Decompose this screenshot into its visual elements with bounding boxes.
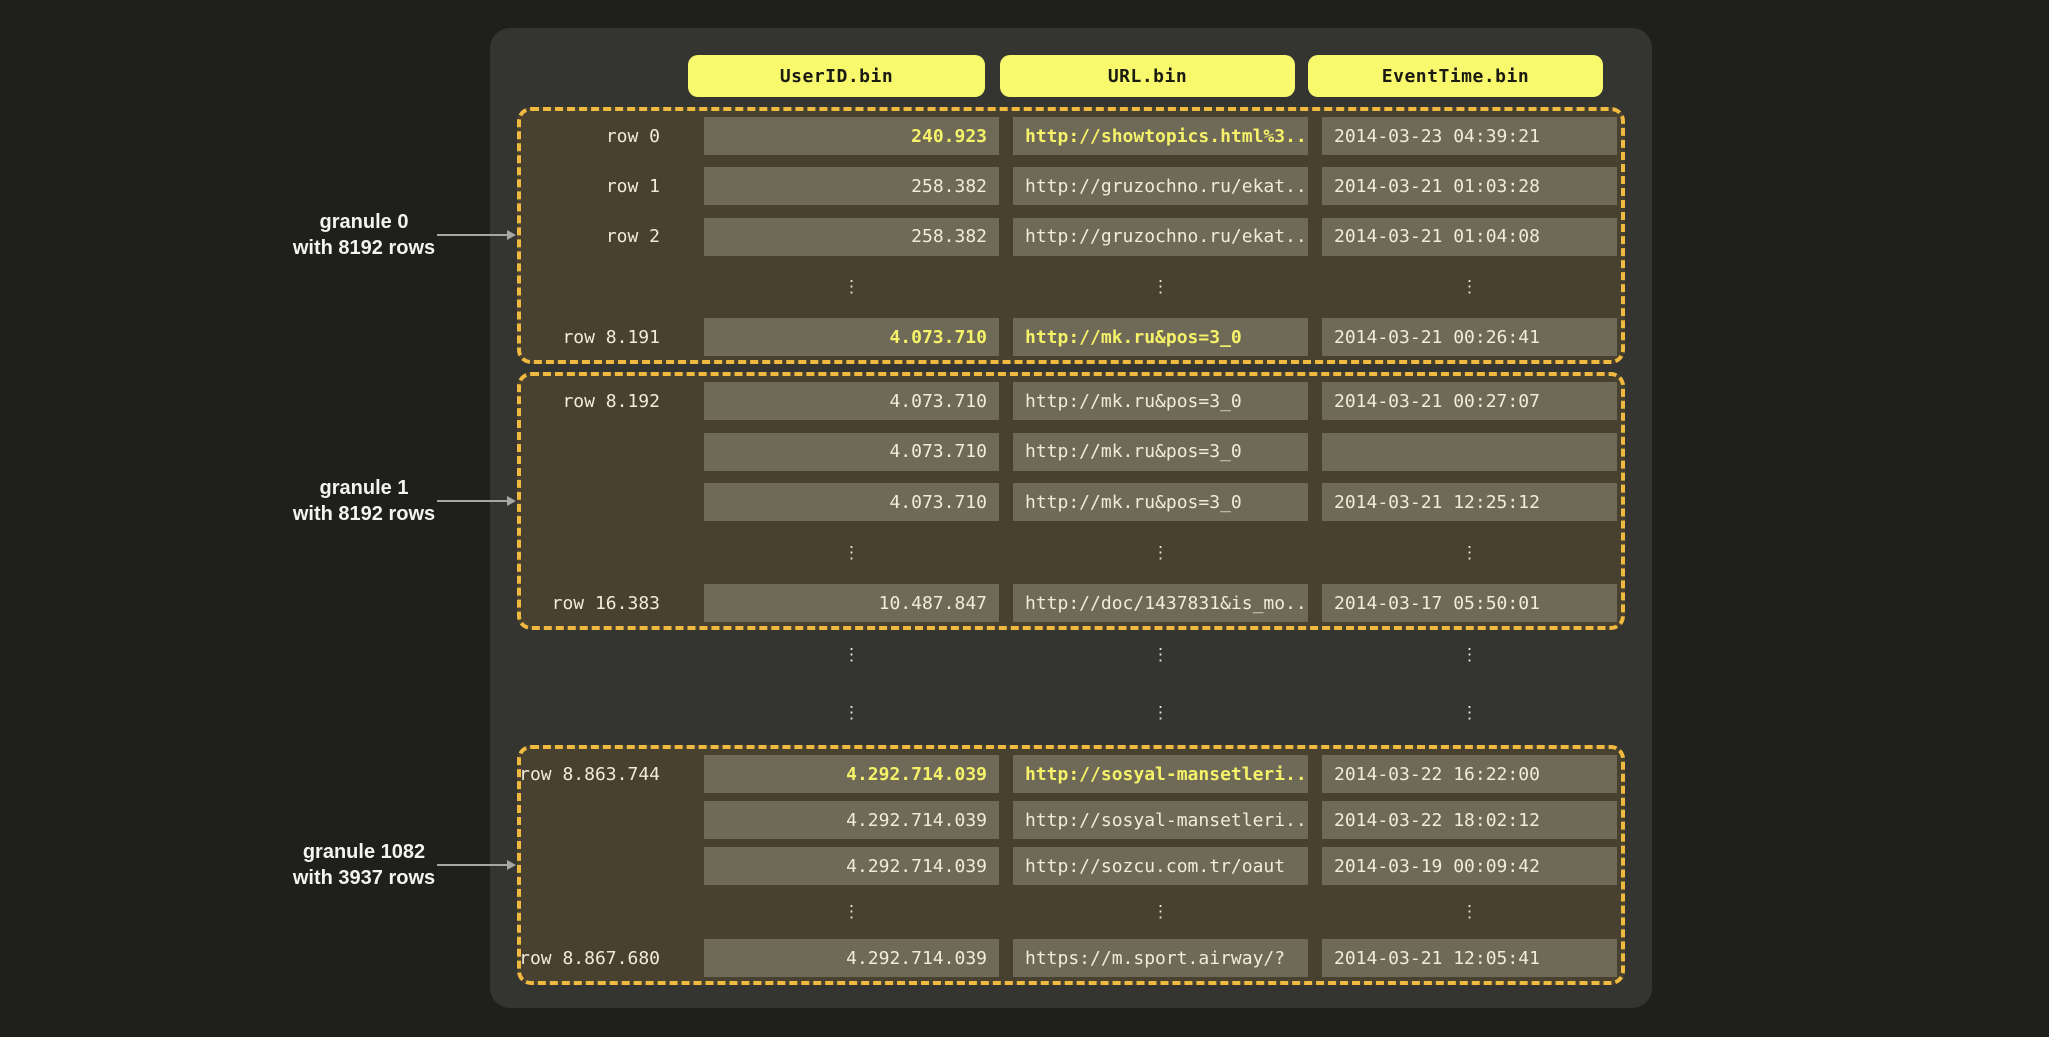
url-cell: http://mk.ru&pos=3_0 xyxy=(1013,382,1308,420)
table-row: row 1 258.382 http://gruzochno.ru/ekat..… xyxy=(521,167,1617,205)
vertical-ellipsis: ⋮ xyxy=(1322,640,1617,670)
eventtime-cell: 2014-03-21 01:04:08 xyxy=(1322,218,1617,256)
vertical-ellipsis: ⋮ xyxy=(704,640,999,670)
url-cell: http://doc/1437831&is_mo... xyxy=(1013,584,1308,622)
eventtime-cell: 2014-03-21 12:05:41 xyxy=(1322,939,1617,977)
vertical-ellipsis: ⋮ xyxy=(704,893,999,931)
arrow-right-icon xyxy=(437,500,507,502)
table-row: 4.292.714.039 http://sosyal-mansetleri..… xyxy=(521,801,1617,839)
diagram-panel: UserID.bin URL.bin EventTime.bin row 0 2… xyxy=(490,28,1652,1008)
eventtime-cell: 2014-03-22 16:22:00 xyxy=(1322,755,1617,793)
vertical-ellipsis: ⋮ xyxy=(1013,698,1308,728)
granule-1-box: row 8.192 4.073.710 http://mk.ru&pos=3_0… xyxy=(517,372,1625,630)
userid-cell: 10.487.847 xyxy=(704,584,999,622)
granule-0-label-line2: with 8192 rows xyxy=(224,235,504,261)
url-cell: https://m.sport.airway/? xyxy=(1013,939,1308,977)
row-label xyxy=(521,801,690,839)
granule-1-label-line1: granule 1 xyxy=(224,475,504,501)
url-cell: http://mk.ru&pos=3_0 xyxy=(1013,483,1308,521)
table-row: row 8.191 4.073.710 http://mk.ru&pos=3_0… xyxy=(521,318,1617,356)
ellipsis-row: ⋮ ⋮ ⋮ xyxy=(521,534,1617,572)
userid-cell: 4.292.714.039 xyxy=(704,939,999,977)
vertical-ellipsis: ⋮ xyxy=(704,698,999,728)
ellipsis-row: ⋮ ⋮ ⋮ xyxy=(521,893,1617,931)
eventtime-cell: 2014-03-21 00:27:07 xyxy=(1322,382,1617,420)
vertical-ellipsis: ⋮ xyxy=(1322,268,1617,306)
vertical-ellipsis: ⋮ xyxy=(704,534,999,572)
eventtime-cell: 2014-03-17 05:50:01 xyxy=(1322,584,1617,622)
eventtime-cell: 2014-03-23 04:39:21 xyxy=(1322,117,1617,155)
eventtime-cell: 2014-03-21 12:25:12 xyxy=(1322,483,1617,521)
userid-cell: 4.073.710 xyxy=(704,433,999,471)
eventtime-cell: 2014-03-19 00:09:42 xyxy=(1322,847,1617,885)
row-label: row 1 xyxy=(521,167,690,205)
url-cell: http://showtopics.html%3... xyxy=(1013,117,1308,155)
granule-1082-label-line2: with 3937 rows xyxy=(224,865,504,891)
column-header-url: URL.bin xyxy=(1000,55,1295,97)
userid-cell: 258.382 xyxy=(704,167,999,205)
granule-1-label-line2: with 8192 rows xyxy=(224,501,504,527)
vertical-ellipsis: ⋮ xyxy=(1322,534,1617,572)
row-label xyxy=(521,433,690,471)
userid-cell: 4.073.710 xyxy=(704,483,999,521)
vertical-ellipsis: ⋮ xyxy=(704,268,999,306)
table-row: 4.073.710 http://mk.ru&pos=3_0 xyxy=(521,433,1617,471)
row-label: row 2 xyxy=(521,218,690,256)
table-row: row 8.863.744 4.292.714.039 http://sosya… xyxy=(521,755,1617,793)
ellipsis-row: ⋮ ⋮ ⋮ xyxy=(521,698,1617,728)
row-label xyxy=(521,483,690,521)
granule-1082-label-line1: granule 1082 xyxy=(224,839,504,865)
table-row: 4.292.714.039 http://sozcu.com.tr/oaut 2… xyxy=(521,847,1617,885)
ellipsis-row: ⋮ ⋮ ⋮ xyxy=(521,268,1617,306)
row-label: row 8.191 xyxy=(521,318,690,356)
userid-cell: 240.923 xyxy=(704,117,999,155)
column-header-userid: UserID.bin xyxy=(688,55,985,97)
granule-0-box: row 0 240.923 http://showtopics.html%3..… xyxy=(517,107,1625,364)
url-cell: http://sozcu.com.tr/oaut xyxy=(1013,847,1308,885)
userid-cell: 4.073.710 xyxy=(704,382,999,420)
eventtime-cell: 2014-03-22 18:02:12 xyxy=(1322,801,1617,839)
vertical-ellipsis: ⋮ xyxy=(1013,534,1308,572)
row-label: row 8.863.744 xyxy=(521,755,690,793)
arrow-right-icon xyxy=(437,864,507,866)
row-label xyxy=(521,847,690,885)
row-label: row 0 xyxy=(521,117,690,155)
url-cell: http://gruzochno.ru/ekat... xyxy=(1013,218,1308,256)
row-label: row 16.383 xyxy=(521,584,690,622)
url-cell: http://gruzochno.ru/ekat... xyxy=(1013,167,1308,205)
arrow-right-icon xyxy=(437,234,507,236)
userid-cell: 4.292.714.039 xyxy=(704,801,999,839)
skipped-granules-ellipsis: ⋮ ⋮ ⋮ ⋮ ⋮ ⋮ xyxy=(521,640,1617,728)
row-label: row 8.867.680 xyxy=(521,939,690,977)
table-row: row 2 258.382 http://gruzochno.ru/ekat..… xyxy=(521,218,1617,256)
eventtime-cell xyxy=(1322,433,1617,471)
eventtime-cell: 2014-03-21 00:26:41 xyxy=(1322,318,1617,356)
row-label: row 8.192 xyxy=(521,382,690,420)
vertical-ellipsis: ⋮ xyxy=(1013,893,1308,931)
table-row: row 8.192 4.073.710 http://mk.ru&pos=3_0… xyxy=(521,382,1617,420)
vertical-ellipsis: ⋮ xyxy=(1322,698,1617,728)
granule-0-label-line1: granule 0 xyxy=(224,209,504,235)
table-row: row 0 240.923 http://showtopics.html%3..… xyxy=(521,117,1617,155)
granule-1082-box: row 8.863.744 4.292.714.039 http://sosya… xyxy=(517,745,1625,985)
url-cell: http://mk.ru&pos=3_0 xyxy=(1013,318,1308,356)
table-row: row 16.383 10.487.847 http://doc/1437831… xyxy=(521,584,1617,622)
url-cell: http://sosyal-mansetleri... xyxy=(1013,801,1308,839)
column-header-eventtime: EventTime.bin xyxy=(1308,55,1603,97)
userid-cell: 4.292.714.039 xyxy=(704,755,999,793)
vertical-ellipsis: ⋮ xyxy=(1013,268,1308,306)
userid-cell: 258.382 xyxy=(704,218,999,256)
eventtime-cell: 2014-03-21 01:03:28 xyxy=(1322,167,1617,205)
userid-cell: 4.073.710 xyxy=(704,318,999,356)
userid-cell: 4.292.714.039 xyxy=(704,847,999,885)
table-row: 4.073.710 http://mk.ru&pos=3_0 2014-03-2… xyxy=(521,483,1617,521)
url-cell: http://mk.ru&pos=3_0 xyxy=(1013,433,1308,471)
table-row: row 8.867.680 4.292.714.039 https://m.sp… xyxy=(521,939,1617,977)
ellipsis-row: ⋮ ⋮ ⋮ xyxy=(521,640,1617,670)
vertical-ellipsis: ⋮ xyxy=(1013,640,1308,670)
vertical-ellipsis: ⋮ xyxy=(1322,893,1617,931)
url-cell: http://sosyal-mansetleri... xyxy=(1013,755,1308,793)
